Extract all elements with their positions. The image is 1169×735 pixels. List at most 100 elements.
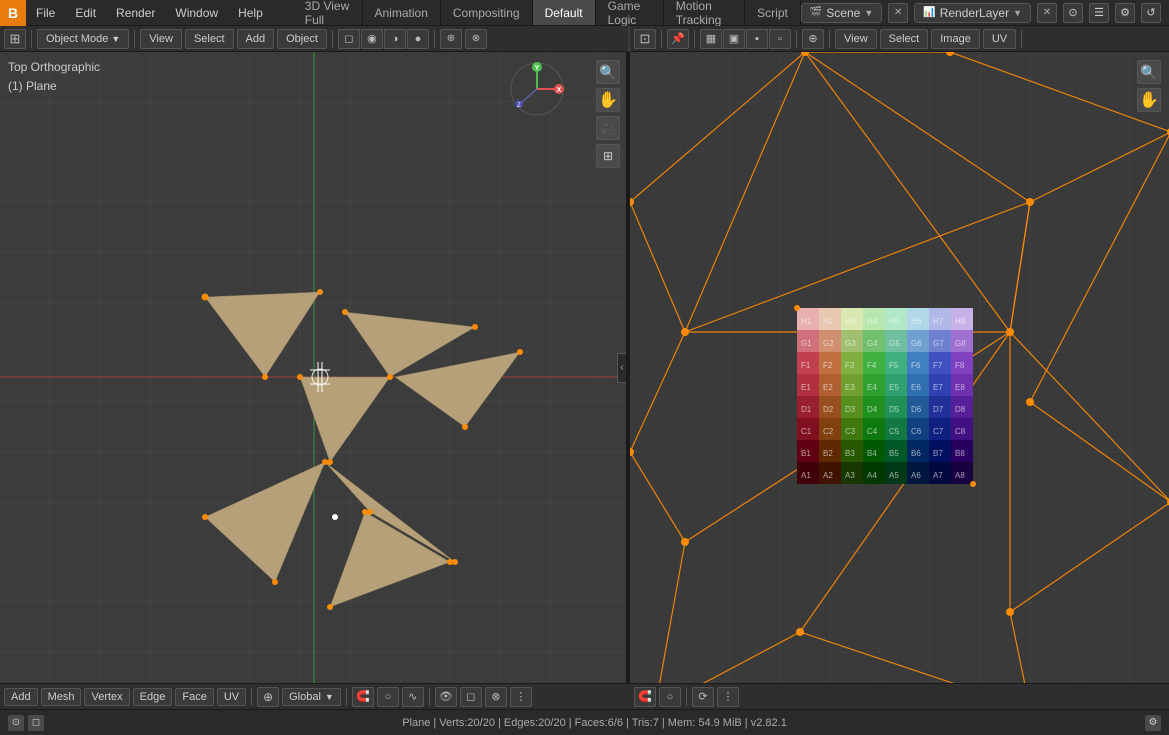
left-select-menu[interactable]: Select xyxy=(185,29,234,49)
right-editor-type-btn[interactable]: ⊡ xyxy=(634,29,656,49)
svg-text:H3: H3 xyxy=(845,317,856,326)
right-image-menu[interactable]: Image xyxy=(931,29,980,49)
vertex-btn[interactable]: Vertex xyxy=(84,688,129,706)
viewport-subtitle: (1) Plane xyxy=(8,77,100,96)
header-extra2[interactable]: ↺ xyxy=(1141,3,1161,23)
transform-label: Global xyxy=(289,691,321,703)
svg-text:F3: F3 xyxy=(845,361,855,370)
checker-btn-2[interactable]: ▣ xyxy=(723,29,745,49)
scene-extra-btn[interactable]: ✕ xyxy=(888,3,908,23)
xray-btn[interactable]: ⊗ xyxy=(465,29,487,49)
edge-btn[interactable]: Edge xyxy=(133,688,173,706)
svg-text:E7: E7 xyxy=(933,383,943,392)
left-object-menu[interactable]: Object xyxy=(277,29,327,49)
svg-text:G4: G4 xyxy=(867,339,878,348)
view-layers-btn[interactable]: ☰ xyxy=(1089,3,1109,23)
svg-text:G2: G2 xyxy=(823,339,834,348)
wireframe-toggle[interactable]: ◻ xyxy=(460,687,482,707)
checker-btn-3[interactable]: ▪ xyxy=(746,29,768,49)
zoom-tool[interactable]: 🔍 xyxy=(596,60,620,84)
menu-file[interactable]: File xyxy=(26,0,65,25)
right-more-btn[interactable]: ⋮ xyxy=(717,687,739,707)
engine-select[interactable]: ⊙ xyxy=(1063,3,1083,23)
wireframe-btn[interactable]: ◻ xyxy=(338,29,360,49)
right-select-menu[interactable]: Select xyxy=(880,29,929,49)
top-menu-bar: B File Edit Render Window Help 3D View F… xyxy=(0,0,1169,26)
grid-tool[interactable]: ⊞ xyxy=(596,144,620,168)
menu-window[interactable]: Window xyxy=(165,0,228,25)
svg-text:D3: D3 xyxy=(845,405,856,414)
settings-icon[interactable]: ⚙ xyxy=(1145,715,1161,731)
tab-script[interactable]: Script xyxy=(745,0,801,25)
transform-chevron: ▼ xyxy=(325,692,334,702)
tab-default[interactable]: Default xyxy=(533,0,596,25)
scene-selector[interactable]: 🎬 Scene ▼ xyxy=(801,3,882,23)
svg-text:H4: H4 xyxy=(867,317,878,326)
mesh-btn[interactable]: Mesh xyxy=(41,688,82,706)
lookdev-btn[interactable]: ◑ xyxy=(384,29,406,49)
tab-gamelogic[interactable]: Game Logic xyxy=(596,0,664,25)
left-view-menu[interactable]: View xyxy=(140,29,182,49)
rendered-btn[interactable]: ● xyxy=(407,29,429,49)
tab-animation[interactable]: Animation xyxy=(363,0,441,25)
xray-toggle[interactable]: ⊗ xyxy=(485,687,507,707)
header-extra1[interactable]: ⚙ xyxy=(1115,3,1135,23)
right-uv-viewport[interactable]: H1 H2 H3 H4 H5 H6 H7 H8 G1 G2 G3 G4 G5 G… xyxy=(630,52,1169,683)
uv-viewport-tools: 🔍 ✋ xyxy=(1137,60,1161,112)
svg-text:D1: D1 xyxy=(801,405,812,414)
overlay-vis-btn[interactable]: 👁 xyxy=(435,687,457,707)
add-btn[interactable]: Add xyxy=(4,688,38,706)
right-overlay-btn[interactable]: ⊕ xyxy=(802,29,824,49)
viewport-title: Top Orthographic xyxy=(8,58,100,77)
overlay-btn[interactable]: ⊕ xyxy=(440,29,462,49)
svg-text:C8: C8 xyxy=(955,427,966,436)
svg-text:E3: E3 xyxy=(845,383,855,392)
renderlayer-extra-btn[interactable]: ✕ xyxy=(1037,3,1057,23)
snap-btn[interactable]: 🧲 xyxy=(352,687,374,707)
checker-btn-4[interactable]: ▫ xyxy=(769,29,791,49)
right-prop-btn[interactable]: ○ xyxy=(659,687,681,707)
svg-text:F2: F2 xyxy=(823,361,833,370)
uv-zoom-tool[interactable]: 🔍 xyxy=(1137,60,1161,84)
camera-tool[interactable]: 🎥 xyxy=(596,116,620,140)
pan-tool[interactable]: ✋ xyxy=(596,88,620,112)
face-btn[interactable]: Face xyxy=(175,688,213,706)
uv-btn[interactable]: UV xyxy=(217,688,246,706)
scene-icon[interactable]: ⊙ xyxy=(8,715,24,731)
left-add-menu[interactable]: Add xyxy=(237,29,275,49)
svg-text:F5: F5 xyxy=(889,361,899,370)
menu-edit[interactable]: Edit xyxy=(65,0,106,25)
prop-edit-btn[interactable]: ○ xyxy=(377,687,399,707)
tab-3dviewfull[interactable]: 3D View Full xyxy=(293,0,363,25)
svg-text:E8: E8 xyxy=(955,383,965,392)
checker-btn-1[interactable]: ▦ xyxy=(700,29,722,49)
uv-pan-tool[interactable]: ✋ xyxy=(1137,88,1161,112)
menu-render[interactable]: Render xyxy=(106,0,165,25)
proportional-falloff-btn[interactable]: ∿ xyxy=(402,687,424,707)
menu-help[interactable]: Help xyxy=(228,0,273,25)
svg-text:A5: A5 xyxy=(889,471,899,480)
transform-select[interactable]: Global ▼ xyxy=(282,688,341,706)
bb-sep-3 xyxy=(429,688,430,706)
tab-motiontracking[interactable]: Motion Tracking xyxy=(664,0,745,25)
right-sync-btn[interactable]: ⟳ xyxy=(692,687,714,707)
solid-btn[interactable]: ◉ xyxy=(361,29,383,49)
viewport-icon[interactable]: ◻ xyxy=(28,715,44,731)
svg-text:C5: C5 xyxy=(889,427,900,436)
more-btn[interactable]: ⋮ xyxy=(510,687,532,707)
renderlayer-selector[interactable]: 📊 RenderLayer ▼ xyxy=(914,3,1031,23)
mode-selector[interactable]: Object Mode ▼ xyxy=(37,29,129,49)
viewport-splitter[interactable] xyxy=(626,52,630,683)
collapse-left[interactable]: ‹ xyxy=(617,353,627,383)
separator-1 xyxy=(31,30,32,48)
left-editor-type-btn[interactable]: ⊞ xyxy=(4,29,26,49)
svg-text:G8: G8 xyxy=(955,339,966,348)
right-uv-menu[interactable]: UV xyxy=(983,29,1016,49)
right-pin-btn[interactable]: 📌 xyxy=(667,29,689,49)
right-snap-btn[interactable]: 🧲 xyxy=(634,687,656,707)
axis-indicator: Y X Z xyxy=(508,60,566,118)
tab-compositing[interactable]: Compositing xyxy=(441,0,533,25)
left-3d-viewport[interactable]: Top Orthographic (1) Plane Y X Z 🔍 ✋ 🎥 ⊞… xyxy=(0,52,628,683)
right-view-menu[interactable]: View xyxy=(835,29,877,49)
svg-text:E1: E1 xyxy=(801,383,811,392)
